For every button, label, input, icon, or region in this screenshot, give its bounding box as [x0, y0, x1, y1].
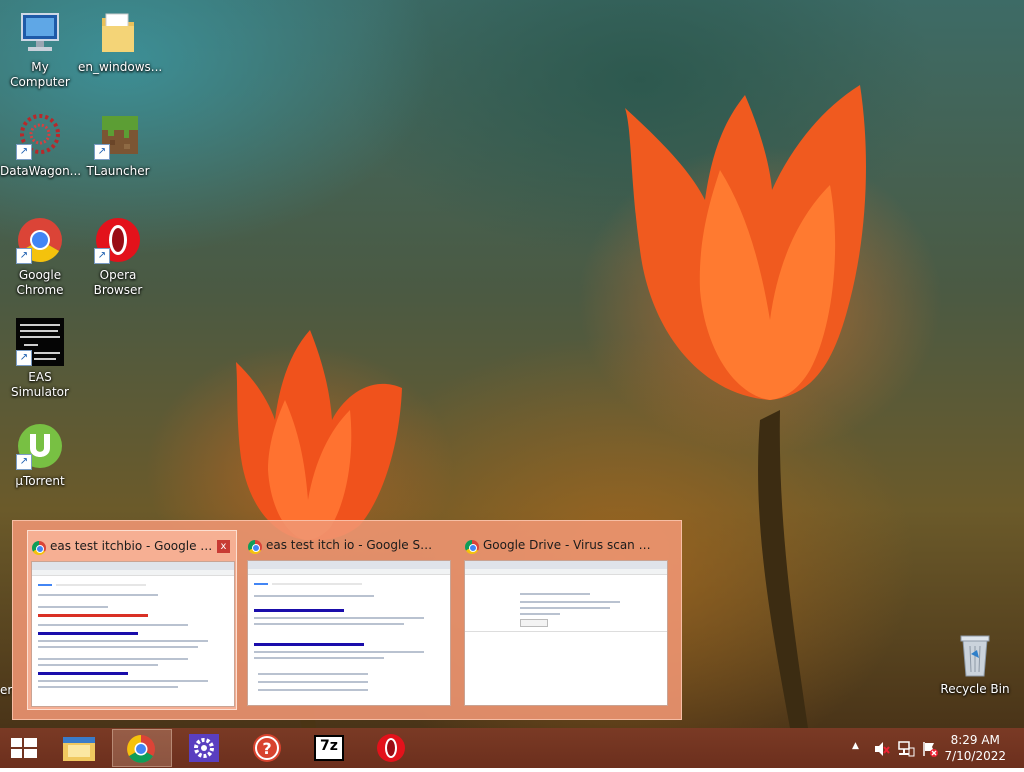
file-explorer-icon	[63, 737, 95, 761]
thumbnail-title: eas test itch io - Google Search ...	[266, 538, 434, 552]
datawagon-icon: ↗	[16, 112, 64, 160]
help-icon: ?	[253, 734, 281, 762]
taskbar-opera[interactable]	[362, 729, 422, 767]
close-icon[interactable]: x	[217, 540, 230, 553]
shortcut-arrow-icon: ↗	[94, 248, 110, 264]
desktop-icon-datawagon[interactable]: ↗ DataWagon...	[0, 112, 82, 179]
desktop-icon-label: DataWagon...	[0, 164, 82, 178]
svg-text:?: ?	[262, 739, 271, 758]
utorrent-icon: ↗	[16, 422, 64, 470]
tray-overflow-chevron[interactable]: ▲	[852, 741, 859, 751]
shortcut-arrow-icon: ↗	[16, 454, 32, 470]
taskbar-7zip[interactable]: 7z	[301, 729, 361, 767]
chrome-icon	[127, 735, 155, 763]
shortcut-arrow-icon: ↗	[94, 144, 110, 160]
clock-time: 8:29 AM	[950, 733, 1000, 747]
chrome-icon: ↗	[16, 216, 64, 264]
eas-simulator-icon: ↗	[16, 318, 64, 366]
taskbar-google-chrome[interactable]	[112, 729, 172, 767]
window-preview	[247, 560, 451, 706]
folder-icon	[94, 8, 142, 56]
desktop-icon-label: Google Chrome	[16, 268, 64, 297]
taskbar-help[interactable]: ?	[238, 729, 298, 767]
computer-icon	[16, 8, 64, 56]
desktop-icon-google-chrome[interactable]: ↗ Google Chrome	[0, 216, 80, 298]
shortcut-arrow-icon: ↗	[16, 248, 32, 264]
7zip-label: 7z	[320, 738, 338, 754]
thumbnail-window-1[interactable]: eas test itchbio - Google Sea... x	[27, 530, 237, 710]
taskbar: ? 7z ▲ 8:29 AM 7/10/2022	[0, 728, 1024, 768]
desktop-icon-recycle-bin[interactable]: Recycle Bin	[935, 630, 1015, 697]
opera-icon	[377, 734, 405, 762]
desktop-icon-utorrent[interactable]: ↗ µTorrent	[0, 422, 80, 489]
desktop-icon-label: TLauncher	[86, 164, 150, 178]
desktop-icon-opera-browser[interactable]: ↗ Opera Browser	[78, 216, 158, 298]
taskbar-settings[interactable]	[175, 729, 235, 767]
desktop-icon-eas-simulator[interactable]: ↗ EAS Simulator	[0, 318, 80, 400]
start-button[interactable]	[0, 729, 48, 767]
thumbnail-title: eas test itchbio - Google Sea...	[50, 539, 218, 553]
chrome-icon	[32, 541, 46, 555]
window-preview	[31, 561, 235, 707]
shortcut-arrow-icon: ↗	[16, 350, 32, 366]
thumbnail-window-3[interactable]: Google Drive - Virus scan warni...	[461, 530, 671, 710]
desktop-icon-en-windows[interactable]: en_windows...	[78, 8, 163, 75]
taskbar-file-explorer[interactable]	[49, 729, 109, 767]
chrome-icon	[248, 540, 262, 554]
clock-date: 7/10/2022	[944, 749, 1006, 763]
thumbnail-window-2[interactable]: eas test itch io - Google Search ...	[244, 530, 454, 710]
desktop-icon-label: EAS Simulator	[11, 370, 69, 399]
desktop-icon-my-computer[interactable]: My Computer	[0, 8, 80, 90]
chrome-icon	[465, 540, 479, 554]
desktop-icon-label: My Computer	[10, 60, 70, 89]
speaker-muted-icon[interactable]	[873, 740, 891, 758]
recycle-bin-icon	[951, 630, 999, 678]
thumbnail-title: Google Drive - Virus scan warni...	[483, 538, 651, 552]
desktop-icon-tlauncher[interactable]: ↗ TLauncher	[78, 112, 158, 179]
shortcut-arrow-icon: ↗	[16, 144, 32, 160]
taskbar-thumbnail-panel: eas test itchbio - Google Sea... x eas t…	[12, 520, 682, 720]
gear-icon	[189, 734, 219, 762]
desktop-icon-label: µTorrent	[15, 474, 65, 488]
partial-desktop-label: er	[0, 683, 13, 697]
taskbar-clock[interactable]: 8:29 AM 7/10/2022	[944, 732, 1006, 764]
window-preview	[464, 560, 668, 706]
desktop-icon-label: en_windows...	[78, 60, 163, 74]
desktop-icon-label: Opera Browser	[93, 268, 143, 297]
desktop-icon-label: Recycle Bin	[940, 682, 1010, 696]
windows-logo-icon	[11, 738, 37, 758]
opera-icon: ↗	[94, 216, 142, 264]
network-icon[interactable]	[897, 740, 915, 758]
minecraft-grass-block-icon: ↗	[94, 112, 142, 160]
action-center-flag-icon[interactable]	[921, 740, 939, 758]
